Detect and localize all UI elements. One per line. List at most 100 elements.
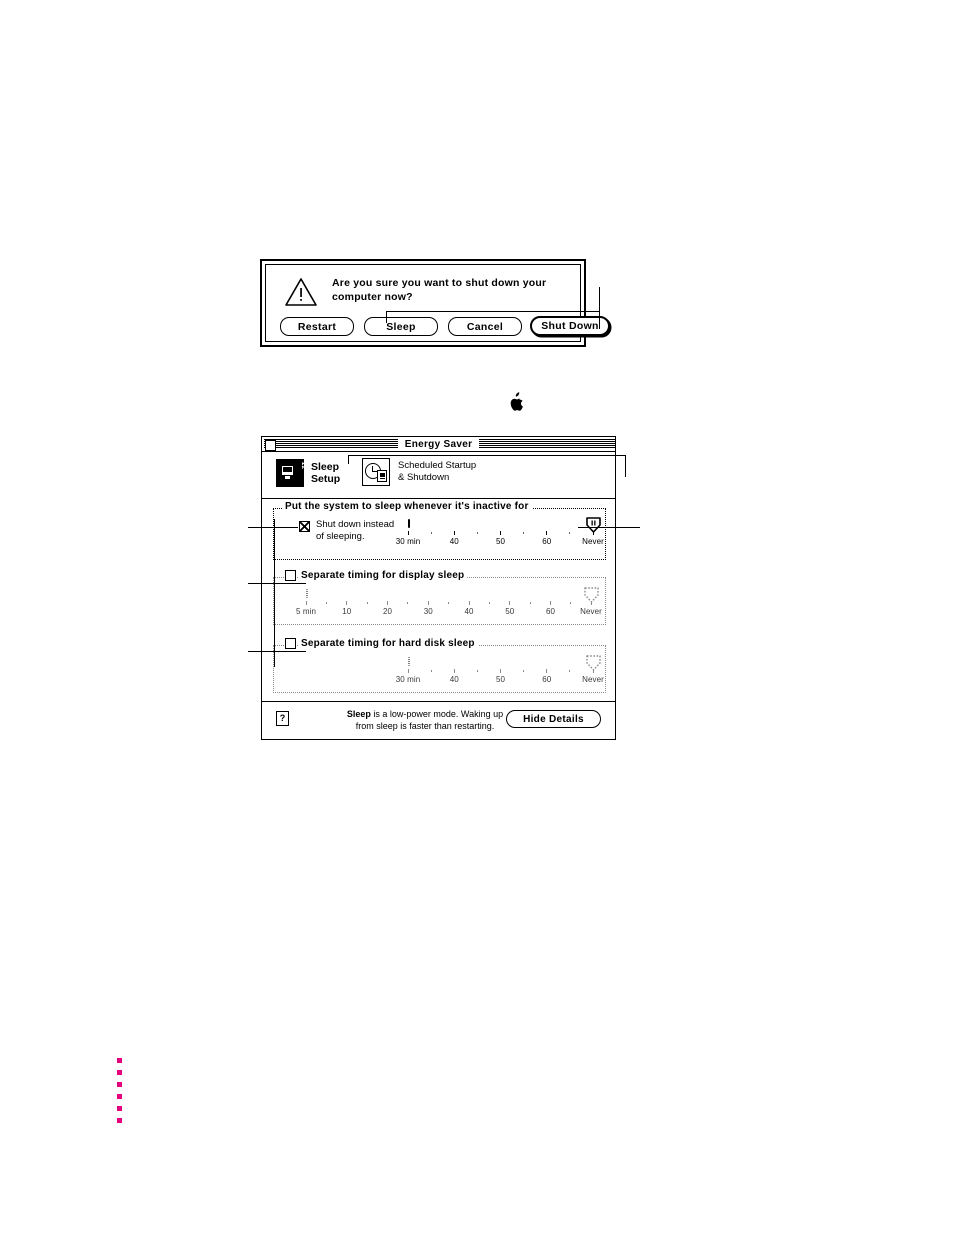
page-decoration-dots xyxy=(117,1058,122,1130)
callout-line-left-spine xyxy=(274,519,275,667)
slider-tick xyxy=(407,669,409,673)
slider-tick xyxy=(427,601,429,605)
display-slider-track[interactable] xyxy=(306,589,308,598)
slider-tick xyxy=(387,601,388,605)
system-slider-ticks: 30 min 40 50 60 Never xyxy=(396,531,604,549)
help-bold-word: Sleep xyxy=(346,709,371,719)
callout-line-checkbox-1 xyxy=(248,527,298,528)
slider-tick xyxy=(509,601,511,605)
display-slider-ticks: 5 min 10 20 30 40 50 60 Never xyxy=(296,601,602,619)
tab-scheduled-startup[interactable]: Scheduled Startup & Shutdown xyxy=(362,458,476,486)
slider-tick-minor xyxy=(488,602,490,604)
hard-disk-sleep-checkbox[interactable] xyxy=(285,638,296,649)
page-dot xyxy=(117,1094,122,1099)
slider-tick xyxy=(500,669,501,673)
slider-tick-label: 40 xyxy=(449,675,459,684)
hard-disk-sleep-group-title: Separate timing for hard disk sleep xyxy=(298,638,478,649)
system-slider-track[interactable] xyxy=(408,519,410,528)
tab-scheduled-label: Scheduled Startup & Shutdown xyxy=(398,460,476,484)
slider-tick xyxy=(590,601,592,605)
energy-saver-window: Energy Saver zz Sleep Setup Scheduled St… xyxy=(261,436,616,740)
page-dot xyxy=(117,1070,122,1075)
restart-button[interactable]: Restart xyxy=(280,317,354,336)
callout-line-shutdown-vertical xyxy=(599,287,600,329)
callout-line-slider-thumb xyxy=(578,527,640,528)
hard-disk-slider-track[interactable] xyxy=(408,657,410,666)
slider-tick-minor xyxy=(325,602,327,604)
slider-tick-label: 50 xyxy=(495,537,506,546)
slider-tick xyxy=(592,669,594,673)
callout-line-checkbox-2 xyxy=(248,583,306,584)
shut-down-instead-checkbox[interactable] xyxy=(299,521,310,532)
tab-sleep-line2: Setup xyxy=(311,473,341,485)
callout-line-sleep-vertical xyxy=(386,311,387,323)
slider-tick xyxy=(546,669,548,673)
slider-tick-minor xyxy=(570,602,572,604)
shutdown-instead-line1: Shut down instead xyxy=(316,519,395,530)
slider-tick xyxy=(546,531,548,535)
slider-tick-minor xyxy=(366,602,368,604)
slider-tick-minor xyxy=(407,602,409,604)
slider-tick-label: 30 min xyxy=(395,675,421,684)
slider-tick-minor xyxy=(569,670,571,672)
slider-tick-label: Never xyxy=(582,537,604,546)
sleep-computer-icon: zz xyxy=(276,459,308,487)
cancel-button[interactable]: Cancel xyxy=(448,317,522,336)
slider-tick-label: 50 xyxy=(505,607,515,616)
slider-tick xyxy=(305,601,307,605)
system-sleep-group-title: Put the system to sleep whenever it's in… xyxy=(282,501,532,512)
sleep-button[interactable]: Sleep xyxy=(364,317,438,336)
hard-disk-slider-ticks: 30 min 40 50 60 Never xyxy=(396,669,604,687)
shutdown-instead-line2: of sleeping. xyxy=(316,530,365,542)
slider-tick-label: 40 xyxy=(464,607,474,616)
question-mark-icon[interactable]: ? xyxy=(276,711,289,726)
help-text-rest: is a low-power mode. Waking up xyxy=(370,709,504,719)
warning-triangle-icon xyxy=(284,277,318,307)
page-dot xyxy=(117,1118,122,1123)
slider-tick-label: 40 xyxy=(449,537,459,546)
help-text-line2: from sleep is faster than restarting. xyxy=(355,720,495,731)
slider-tick-minor xyxy=(529,602,531,604)
help-row: ? Sleep is a low-power mode. Waking up f… xyxy=(262,701,615,740)
shut-down-button[interactable]: Shut Down xyxy=(530,316,610,336)
page-dot xyxy=(117,1082,122,1087)
slider-tick-minor xyxy=(523,532,525,534)
tab-scheduled-line2: & Shutdown xyxy=(398,472,450,483)
close-box-button[interactable] xyxy=(265,439,276,451)
slider-tick-minor xyxy=(476,532,478,534)
shut-down-instead-label: Shut down instead of sleeping. xyxy=(316,519,394,542)
clock-schedule-icon xyxy=(362,458,390,486)
slider-tick xyxy=(453,531,455,535)
slider-tick-minor xyxy=(523,670,525,672)
callout-line-scheduled-right xyxy=(625,455,626,477)
window-title-wrapper: Energy Saver xyxy=(262,437,615,451)
tab-sleep-setup[interactable]: zz Sleep Setup xyxy=(276,459,340,487)
alert-inner-frame: Are you sure you want to shut down your … xyxy=(265,264,610,342)
slider-tick-minor xyxy=(430,532,432,534)
slider-tick-label: 50 xyxy=(495,675,506,684)
slider-tick-label: Never xyxy=(582,675,604,684)
slider-tick xyxy=(550,601,552,605)
callout-line-scheduled-horizontal xyxy=(348,455,626,456)
slider-tick-label: 30 min xyxy=(395,537,421,546)
slider-tick-label: 20 xyxy=(382,607,393,616)
slider-tick-minor xyxy=(569,532,571,534)
slider-tick xyxy=(346,601,348,605)
slider-tick xyxy=(407,531,409,535)
tab-sleep-setup-label: Sleep Setup xyxy=(311,461,340,486)
hide-details-button[interactable]: Hide Details xyxy=(506,710,601,728)
slider-tick-label: Never xyxy=(580,607,602,616)
callout-line-sleep-horizontal xyxy=(386,311,600,312)
slider-tick-label: 60 xyxy=(545,607,556,616)
window-titlebar[interactable]: Energy Saver xyxy=(262,437,615,452)
tab-scheduled-line1: Scheduled Startup xyxy=(398,460,477,471)
slider-tick-minor xyxy=(448,602,450,604)
slider-tick-label: 60 xyxy=(542,537,552,546)
slider-tick-minor xyxy=(430,670,432,672)
page-dot xyxy=(117,1106,122,1111)
slider-tick xyxy=(592,531,594,535)
tab-row: zz Sleep Setup Scheduled Startup & Shutd… xyxy=(262,452,615,499)
page-dot xyxy=(117,1058,122,1063)
manual-page: Are you sure you want to shut down your … xyxy=(0,0,954,1235)
display-sleep-checkbox[interactable] xyxy=(285,570,296,581)
